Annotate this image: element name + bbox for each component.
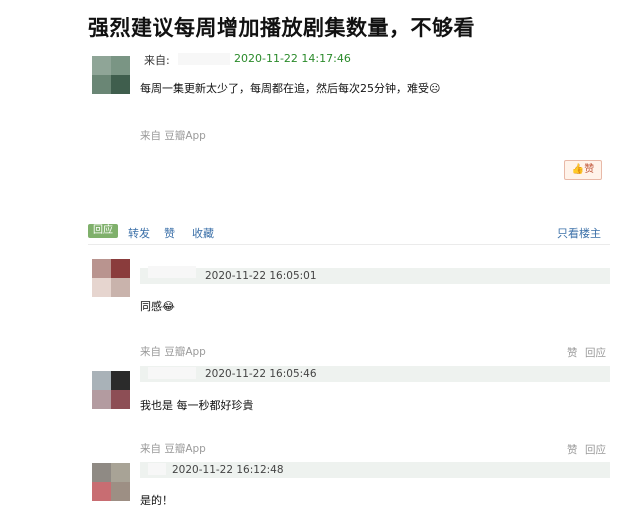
avatar-tile	[92, 278, 111, 297]
username-obscured[interactable]	[148, 367, 196, 379]
username-obscured[interactable]	[178, 53, 230, 65]
reply-avatar[interactable]	[92, 259, 130, 297]
avatar-tile	[92, 56, 111, 75]
thumbs-up-icon: 👍	[571, 164, 585, 175]
repost-action-button[interactable]: 转发	[128, 225, 150, 241]
like-action-button[interactable]: 赞	[164, 225, 175, 241]
avatar-tile	[111, 278, 130, 297]
only-op-link[interactable]: 只看楼主	[557, 225, 601, 241]
avatar-tile	[111, 463, 130, 482]
avatar-tile	[111, 75, 130, 94]
avatar-tile	[92, 259, 111, 278]
reply-reply-link[interactable]: 回应	[585, 345, 606, 360]
post-source: 来自 豆瓣App	[140, 130, 206, 142]
reply-reply-link[interactable]: 回应	[585, 442, 606, 457]
collect-action-button[interactable]: 收藏	[192, 225, 214, 241]
op-avatar[interactable]	[92, 56, 130, 94]
like-button[interactable]: 👍赞	[564, 160, 602, 180]
avatar-tile	[111, 371, 130, 390]
reply-text: 同感😂	[140, 300, 175, 313]
avatar-tile	[111, 390, 130, 409]
post-title: 强烈建议每周增加播放剧集数量，不够看	[88, 16, 475, 40]
reply-text: 我也是 每一秒都好珍貴	[140, 399, 254, 412]
reply-text: 是的！	[140, 494, 173, 507]
avatar-tile	[111, 56, 130, 75]
avatar-tile	[92, 482, 111, 501]
reply-action-button[interactable]: 回应	[88, 224, 118, 238]
reply-like-link[interactable]: 赞	[567, 442, 578, 457]
from-label: 来自:	[144, 54, 170, 67]
post-timestamp: 2020-11-22 14:17:46	[234, 52, 351, 65]
like-label: 赞	[584, 164, 595, 175]
avatar-tile	[92, 390, 111, 409]
action-divider	[88, 244, 610, 245]
post-body: 每周一集更新太少了，每周都在追，然后每次25分钟，难受☹	[140, 82, 441, 95]
reply-source: 来自 豆瓣App	[140, 443, 206, 455]
username-obscured[interactable]	[148, 266, 196, 278]
avatar-tile	[111, 482, 130, 501]
reply-timestamp: 2020-11-22 16:12:48	[172, 464, 284, 476]
reply-like-link[interactable]: 赞	[567, 345, 578, 360]
reply-timestamp: 2020-11-22 16:05:01	[205, 270, 317, 282]
avatar-tile	[92, 75, 111, 94]
reply-source: 来自 豆瓣App	[140, 346, 206, 358]
username-obscured[interactable]	[148, 463, 166, 475]
avatar-tile	[92, 371, 111, 390]
avatar-tile	[92, 463, 111, 482]
reply-avatar[interactable]	[92, 463, 130, 501]
reply-timestamp: 2020-11-22 16:05:46	[205, 368, 317, 380]
avatar-tile	[111, 259, 130, 278]
reply-avatar[interactable]	[92, 371, 130, 409]
